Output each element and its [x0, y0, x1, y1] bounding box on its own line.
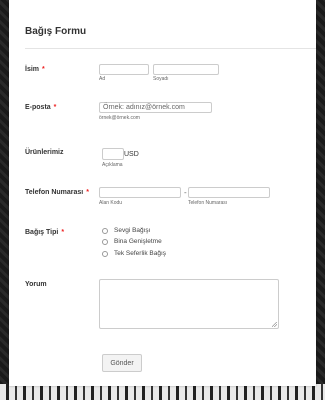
radio-label: Bina Genişletme: [114, 238, 162, 245]
radio-option-tek-seferlik[interactable]: Tek Seferlik Bağış: [102, 250, 166, 257]
required-mark: *: [53, 104, 57, 111]
phone-number-sublabel: Telefon Numarası: [188, 200, 228, 206]
email-input[interactable]: Örnek: adınız@örnek.com: [99, 102, 212, 113]
comment-label: Yorum: [25, 281, 47, 288]
email-sublabel: örnek@örnek.com: [99, 115, 140, 121]
radio-circle-icon[interactable]: [102, 250, 108, 257]
area-code-input[interactable]: [99, 187, 181, 198]
radio-circle-icon[interactable]: [102, 227, 108, 234]
resize-grip-icon[interactable]: [272, 322, 277, 327]
required-mark: *: [61, 229, 65, 236]
radio-label: Tek Seferlik Bağış: [114, 250, 167, 257]
required-mark: *: [86, 189, 89, 196]
first-name-sublabel: Ad: [99, 76, 106, 82]
first-name-input[interactable]: [99, 64, 149, 75]
radio-label: Sevgi Bağışı: [114, 227, 151, 234]
email-label: E-posta *: [25, 104, 57, 111]
area-code-sublabel: Alan Kodu: [99, 200, 123, 206]
amount-input[interactable]: [102, 148, 124, 160]
required-mark: *: [42, 66, 45, 73]
last-name-sublabel: Soyadı: [153, 76, 169, 82]
last-name-input[interactable]: [153, 64, 219, 75]
radio-circle-icon[interactable]: [102, 238, 108, 245]
donation-form: Bağış Formu İsim * Ad Soyadı E-posta * Örn…: [9, 0, 316, 386]
submit-button[interactable]: Gönder: [102, 354, 142, 372]
phone-number-input[interactable]: [188, 187, 270, 198]
phone-label: Telefon Numarası *: [25, 189, 89, 196]
title-divider: [25, 48, 316, 49]
donation-type-label: Bağış Tipi *: [25, 229, 65, 236]
radio-option-sevgi[interactable]: Sevgi Bağışı: [102, 227, 151, 234]
phone-separator: -: [184, 188, 187, 197]
radio-option-bina[interactable]: Bina Genişletme: [102, 238, 162, 245]
products-label: Ürünlerimiz: [25, 149, 64, 156]
currency-label: USD: [124, 151, 139, 158]
comment-textarea[interactable]: [99, 279, 279, 329]
form-title: Bağış Formu: [25, 26, 87, 37]
page-background-pattern: [0, 384, 325, 400]
name-label: İsim *: [25, 66, 45, 73]
products-sublabel: Açıklama: [102, 162, 123, 168]
